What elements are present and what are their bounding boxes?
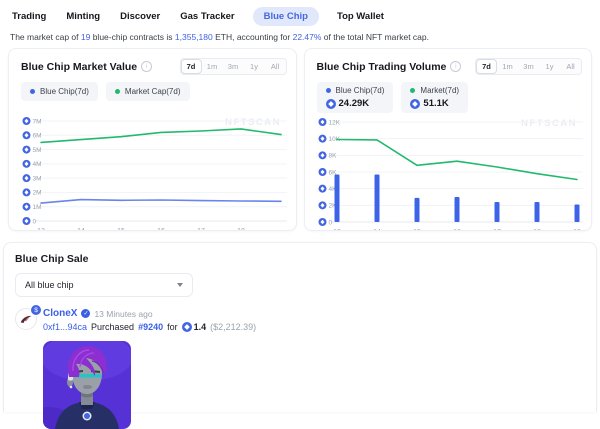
verified-badge-icon xyxy=(81,309,90,318)
token-id-link[interactable]: #9240 xyxy=(138,322,163,332)
sale-timestamp: 13 Minutes ago xyxy=(94,309,152,319)
svg-text:18: 18 xyxy=(533,229,541,231)
range-1m[interactable]: 1m xyxy=(202,59,223,74)
svg-text:17: 17 xyxy=(197,228,205,231)
range-all[interactable]: All xyxy=(560,59,581,74)
legend-label: Blue Chip(7d) xyxy=(336,86,385,95)
trading-volume-title: Blue Chip Trading Volume xyxy=(317,61,447,73)
legend-label: Market(7d) xyxy=(420,86,459,95)
eth-amount: 1,355,180 xyxy=(175,32,213,42)
svg-text:14: 14 xyxy=(77,228,85,231)
charts-row: Blue Chip Market Value 7d 1m 3m 1y All B… xyxy=(0,42,600,231)
action-label: Purchased xyxy=(91,322,134,332)
tab-minting[interactable]: Minting xyxy=(64,7,102,26)
legend-value: 24.29K xyxy=(339,98,370,109)
market-value-chart: NFTSCAN 7M 6M 5M 4M 3M 2M 1M 013 14 15 16 17 18 xyxy=(21,113,287,231)
blue-dot-icon xyxy=(30,89,35,94)
svg-text:4M: 4M xyxy=(33,161,42,168)
summary-text: The market cap of xyxy=(10,32,81,42)
svg-text:16: 16 xyxy=(157,228,165,231)
sale-price-usd: ($2,212.39) xyxy=(210,322,256,332)
collection-logo[interactable]: $ xyxy=(15,308,37,330)
collection-name-link[interactable]: CloneX xyxy=(43,308,77,319)
legend-label: Market Cap(7d) xyxy=(125,87,181,96)
range-1y[interactable]: 1y xyxy=(244,59,265,74)
tab-trading[interactable]: Trading xyxy=(10,7,48,26)
legend-market[interactable]: Market(7d) 51.1K xyxy=(401,82,468,113)
legend-label: Blue Chip(7d) xyxy=(40,87,89,96)
blue-chip-filter-select[interactable]: All blue chip xyxy=(15,273,193,297)
info-icon[interactable] xyxy=(450,61,461,72)
market-cap-percent: 22.47% xyxy=(293,32,322,42)
clonex-avatar-art xyxy=(43,341,131,429)
svg-text:5M: 5M xyxy=(33,147,42,154)
svg-text:17: 17 xyxy=(493,229,501,231)
sale-title: Blue Chip Sale xyxy=(15,253,588,265)
for-label: for xyxy=(167,322,178,332)
market-cap-summary: The market cap of 19 blue-chip contracts… xyxy=(0,26,600,42)
svg-text:2M: 2M xyxy=(33,190,42,197)
svg-text:14: 14 xyxy=(373,229,381,231)
info-icon[interactable] xyxy=(141,61,152,72)
svg-text:15: 15 xyxy=(117,228,125,231)
svg-text:NFTSCAN: NFTSCAN xyxy=(225,117,281,128)
blue-dot-icon xyxy=(326,88,331,93)
eth-icon xyxy=(410,99,420,109)
svg-text:7M: 7M xyxy=(33,118,42,125)
trading-volume-chart: NFTSCAN12K10K8K6K4K2K013141516171819 xyxy=(317,114,583,231)
svg-text:3M: 3M xyxy=(33,175,42,182)
trading-volume-card: Blue Chip Trading Volume 7d 1m 3m 1y All… xyxy=(304,48,593,231)
green-dot-icon xyxy=(115,89,120,94)
svg-text:0: 0 xyxy=(328,219,332,226)
range-7d[interactable]: 7d xyxy=(476,59,497,74)
svg-text:13: 13 xyxy=(333,229,341,231)
range-1m[interactable]: 1m xyxy=(497,59,518,74)
nft-image[interactable] xyxy=(43,341,131,429)
range-3m[interactable]: 3m xyxy=(518,59,539,74)
market-value-card: Blue Chip Market Value 7d 1m 3m 1y All B… xyxy=(8,48,297,231)
buyer-address-link[interactable]: 0xf1...94ca xyxy=(43,322,87,332)
svg-text:NFTSCAN: NFTSCAN xyxy=(521,118,577,129)
eth-icon xyxy=(326,99,336,109)
currency-badge-icon: $ xyxy=(30,304,42,316)
sale-price-eth: 1.4 xyxy=(182,322,207,332)
range-selector: 7d 1m 3m 1y All xyxy=(475,58,582,75)
svg-text:15: 15 xyxy=(413,229,421,231)
tab-discover[interactable]: Discover xyxy=(118,7,162,26)
market-value-title: Blue Chip Market Value xyxy=(21,61,137,73)
range-selector: 7d 1m 3m 1y All xyxy=(180,58,287,75)
legend-blue-chip[interactable]: Blue Chip(7d) xyxy=(21,82,98,101)
trading-volume-legend: Blue Chip(7d) 24.29K Market(7d) 51.1K xyxy=(317,82,583,113)
range-7d[interactable]: 7d xyxy=(181,59,202,74)
tab-top-wallet[interactable]: Top Wallet xyxy=(335,7,386,26)
top-nav: Trading Minting Discover Gas Tracker Blu… xyxy=(0,0,600,26)
range-3m[interactable]: 3m xyxy=(223,59,244,74)
svg-text:19: 19 xyxy=(573,229,581,231)
tab-blue-chip[interactable]: Blue Chip xyxy=(253,7,319,26)
legend-blue-chip[interactable]: Blue Chip(7d) 24.29K xyxy=(317,82,394,113)
svg-text:0: 0 xyxy=(33,218,37,225)
filter-value: All blue chip xyxy=(25,280,74,290)
legend-value: 51.1K xyxy=(423,98,448,109)
range-all[interactable]: All xyxy=(265,59,286,74)
svg-text:1M: 1M xyxy=(33,204,42,211)
svg-text:16: 16 xyxy=(453,229,461,231)
market-value-legend: Blue Chip(7d) Market Cap(7d) xyxy=(21,82,287,112)
sale-list-item: $ CloneX 13 Minutes ago 0xf1...94ca Purc… xyxy=(15,308,588,429)
blue-chip-sale-card: Blue Chip Sale All blue chip $ CloneX 13… xyxy=(3,242,597,412)
svg-text:13: 13 xyxy=(37,228,45,231)
range-1y[interactable]: 1y xyxy=(539,59,560,74)
svg-text:12K: 12K xyxy=(328,119,340,126)
contract-count: 19 xyxy=(81,32,90,42)
svg-text:8K: 8K xyxy=(328,153,337,160)
eth-icon xyxy=(182,322,192,332)
chevron-down-icon xyxy=(177,283,183,287)
svg-text:18: 18 xyxy=(237,228,245,231)
tab-gas-tracker[interactable]: Gas Tracker xyxy=(178,7,236,26)
green-dot-icon xyxy=(410,88,415,93)
svg-text:6M: 6M xyxy=(33,133,42,140)
legend-market-cap[interactable]: Market Cap(7d) xyxy=(106,82,190,101)
